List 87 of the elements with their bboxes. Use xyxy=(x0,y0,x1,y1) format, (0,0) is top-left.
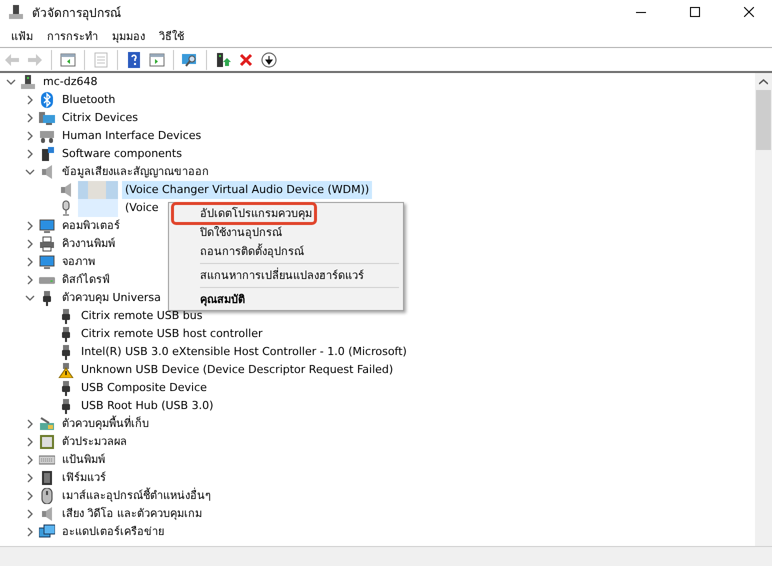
expand-chevron-icon[interactable] xyxy=(25,527,35,537)
expand-chevron-icon[interactable] xyxy=(25,257,35,267)
tree-item[interactable]: คอมพิวเตอร์ xyxy=(59,217,123,235)
expand-chevron-icon[interactable] xyxy=(25,221,35,231)
close-icon xyxy=(238,52,254,68)
tree-item[interactable]: mc-dz648 xyxy=(40,73,100,91)
window-title: ตัวจัดการอุปกรณ์ xyxy=(32,4,122,22)
tree-item[interactable]: Unknown USB Device (Device Descriptor Request Failed) xyxy=(78,361,396,379)
forward-arrow-icon xyxy=(27,52,43,68)
toolbar-button[interactable] xyxy=(259,50,279,70)
menu-item[interactable]: การกระทำ xyxy=(40,26,105,44)
scrollbar[interactable] xyxy=(755,73,772,546)
expand-chevron-icon[interactable] xyxy=(25,275,35,285)
tree-item[interactable]: แป้นพิมพ์ xyxy=(59,451,108,469)
chip-icon xyxy=(39,470,55,486)
storage-controller-icon xyxy=(39,416,55,432)
tree-item[interactable]: Citrix Devices xyxy=(59,109,141,127)
bluetooth-icon xyxy=(39,92,55,108)
menu-item[interactable]: มุมมอง xyxy=(105,26,152,44)
tree-item[interactable]: เมาส์และอุปกรณ์ชี้ตำแหน่งอื่นๆ xyxy=(59,487,214,505)
tree-item[interactable]: ตัวประมวลผล xyxy=(59,433,130,451)
software-component-icon xyxy=(39,146,55,162)
monitor-icon xyxy=(39,218,55,234)
speaker-icon xyxy=(39,164,55,180)
processor-icon xyxy=(39,434,55,450)
expand-chevron-icon[interactable] xyxy=(25,149,35,159)
tree-item[interactable]: อะแดปเตอร์เครือข่าย xyxy=(59,523,167,541)
menu-item[interactable]: แฟ้ม xyxy=(4,26,40,44)
tree-item[interactable]: (Voice Changer Virtual Audio Device (WDM)) xyxy=(122,181,372,199)
monitor-magnifier-icon xyxy=(182,52,198,68)
tree-item[interactable]: ตัวควบคุมพื้นที่เก็บ xyxy=(59,415,152,433)
tree-item[interactable]: Citrix remote USB host controller xyxy=(78,325,266,343)
context-menu-item[interactable]: ถอนการติดตั้งอุปกรณ์ xyxy=(171,242,401,261)
scroll-up-icon[interactable] xyxy=(759,78,768,84)
expand-chevron-icon[interactable] xyxy=(25,455,35,465)
computer-icon xyxy=(20,74,36,90)
warning-icon xyxy=(58,362,74,378)
context-menu-item[interactable]: อัปเดตโปรแกรมควบคุม xyxy=(171,204,401,223)
back-arrow-icon xyxy=(4,52,20,68)
speaker-icon xyxy=(39,506,55,522)
collapse-chevron-icon[interactable] xyxy=(25,167,35,177)
expand-chevron-icon[interactable] xyxy=(25,509,35,519)
expand-chevron-icon[interactable] xyxy=(25,131,35,141)
scrollbar-thumb[interactable] xyxy=(756,90,771,150)
tree-item[interactable]: Intel(R) USB 3.0 eXtensible Host Controller - 1.0 (Microsoft) xyxy=(78,343,410,361)
tree-item[interactable]: (Voice xyxy=(122,199,162,217)
expand-chevron-icon[interactable] xyxy=(25,419,35,429)
computer-icon xyxy=(8,4,24,20)
console-tree-icon xyxy=(60,52,76,68)
collapse-chevron-icon[interactable] xyxy=(6,77,16,87)
tree-item[interactable]: ข้อมูลเสียงและสัญญาณขาออก xyxy=(59,163,212,181)
context-menu-item[interactable]: ปิดใช้งานอุปกรณ์ xyxy=(171,223,401,242)
tree-item[interactable]: เสียง วิดีโอ และตัวควบคุมเกม xyxy=(59,505,205,523)
tree-item[interactable]: Human Interface Devices xyxy=(59,127,204,145)
tree-item[interactable]: เฟิร์มแวร์ xyxy=(59,469,109,487)
close-icon xyxy=(744,7,754,17)
properties-icon xyxy=(93,52,109,68)
expand-chevron-icon[interactable] xyxy=(25,491,35,501)
network-adapter-icon xyxy=(39,524,55,540)
monitor-icon xyxy=(39,254,55,270)
expand-chevron-icon[interactable] xyxy=(25,437,35,447)
tree-item[interactable]: ตัวควบคุม Universa xyxy=(59,289,164,307)
computer-monitor-icon xyxy=(39,110,55,126)
expand-chevron-icon[interactable] xyxy=(25,473,35,483)
tree-item[interactable]: Software components xyxy=(59,145,185,163)
expand-chevron-icon[interactable] xyxy=(25,95,35,105)
tree-item[interactable]: USB Composite Device xyxy=(78,379,210,397)
printer-icon xyxy=(39,236,55,252)
expand-chevron-icon[interactable] xyxy=(25,113,35,123)
update-driver-icon xyxy=(215,52,231,68)
action-pane-icon xyxy=(149,52,165,68)
tree-item[interactable]: คิวงานพิมพ์ xyxy=(59,235,118,253)
speaker-icon xyxy=(58,182,74,198)
mouse-icon xyxy=(39,488,55,504)
help-icon xyxy=(126,52,142,68)
tree-item[interactable]: Citrix remote USB bus xyxy=(78,307,206,325)
tree-item[interactable]: USB Root Hub (USB 3.0) xyxy=(78,397,216,415)
tree-item[interactable]: Bluetooth xyxy=(59,91,118,109)
keyboard-mouse-icon xyxy=(39,128,55,144)
down-arrow-circle-icon xyxy=(261,52,277,68)
disk-drive-icon xyxy=(39,276,55,284)
expand-chevron-icon[interactable] xyxy=(25,239,35,249)
menu-item[interactable]: วิธีใช้ xyxy=(152,26,191,44)
tree-item[interactable]: ดิสก์ไดรฟ์ xyxy=(59,271,113,289)
tree-item[interactable]: จอภาพ xyxy=(59,253,98,271)
collapse-chevron-icon[interactable] xyxy=(25,293,35,303)
maximize-icon xyxy=(690,7,700,17)
